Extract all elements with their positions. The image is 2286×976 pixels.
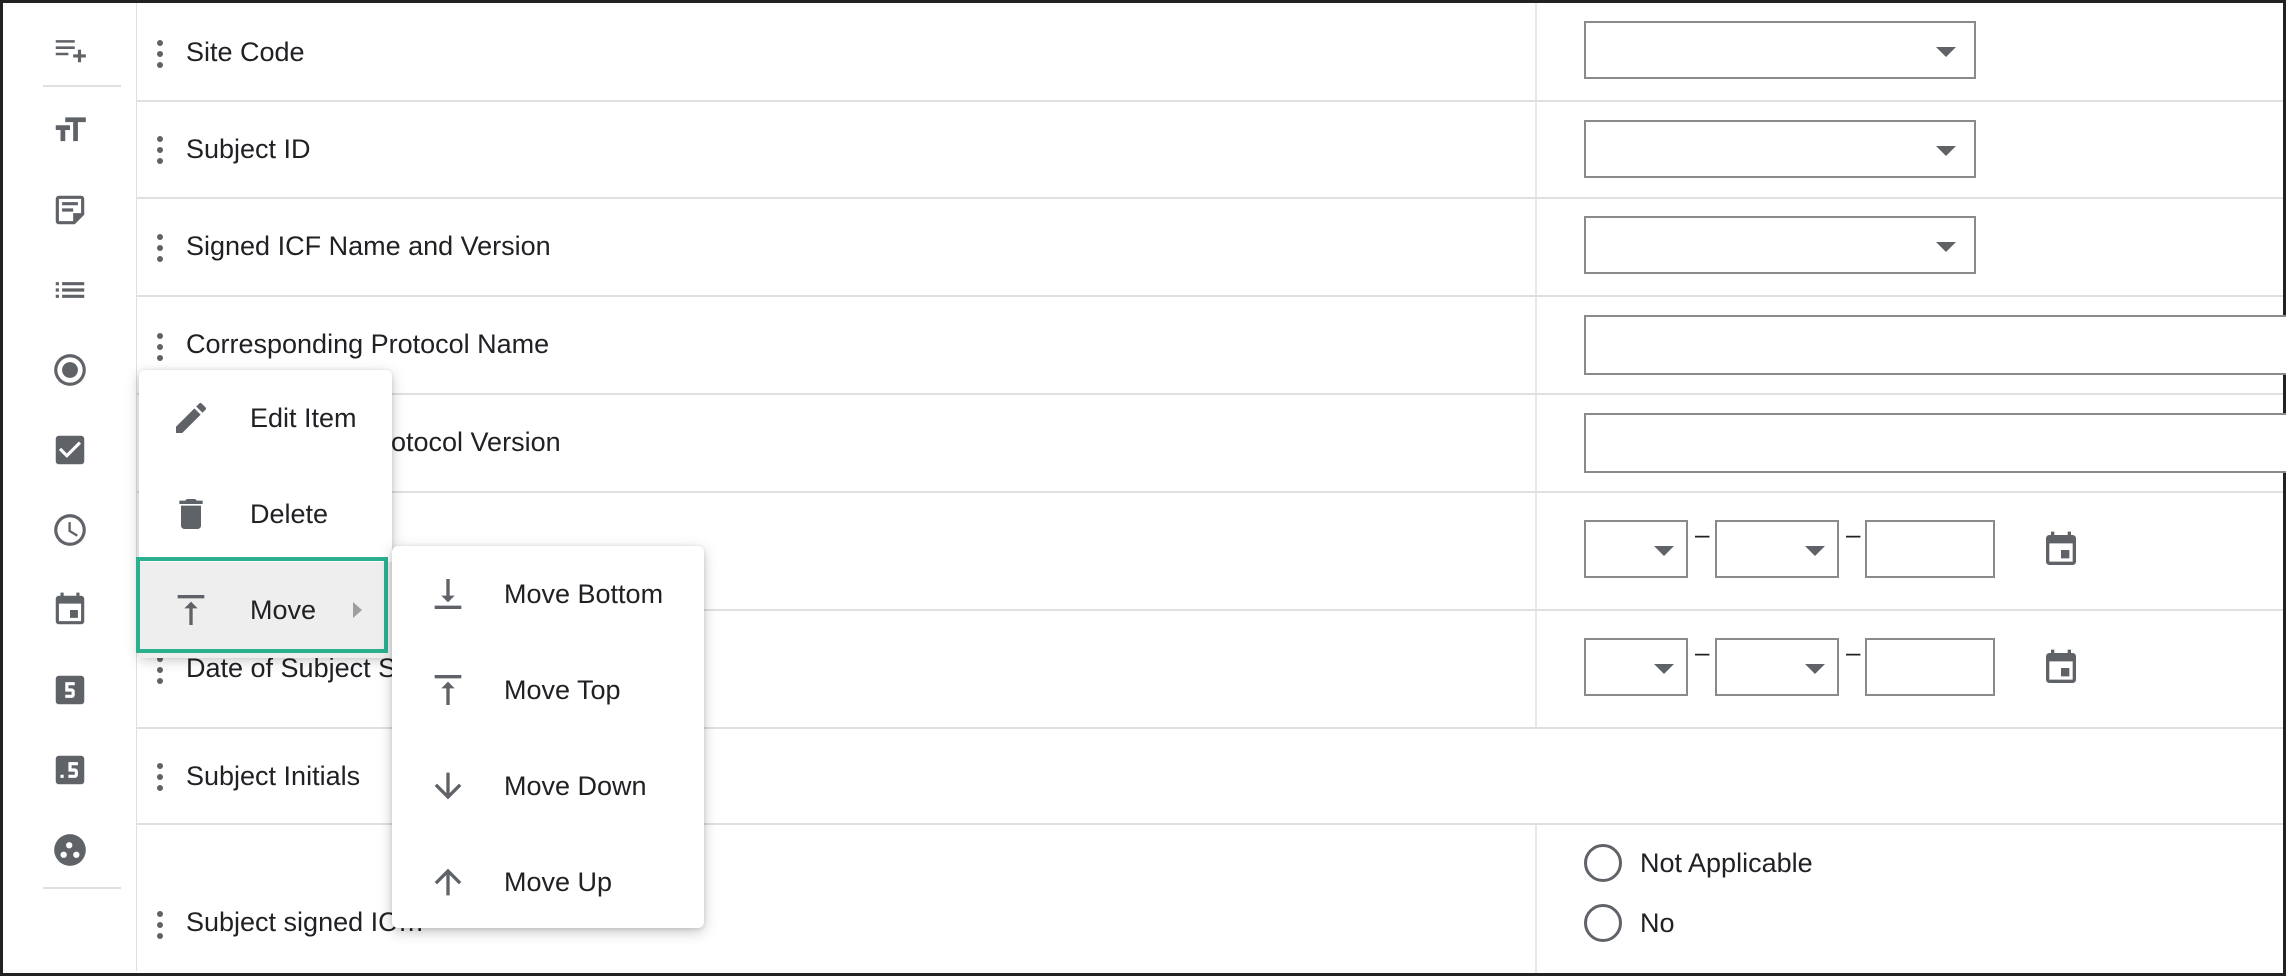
row-label: Subject signed IC… — [186, 907, 425, 937]
calendar-icon[interactable] — [3, 575, 137, 645]
date-day-select[interactable] — [1584, 520, 1688, 578]
date-month-select[interactable] — [1715, 520, 1839, 578]
form-row-signed-icf: Signed ICF Name and Version — [137, 199, 2283, 297]
form-row-site-code: Site Code — [137, 3, 2283, 102]
arrow-up-icon — [428, 862, 468, 902]
pencil-icon — [171, 398, 211, 438]
date-separator: – — [1846, 519, 1861, 549]
site-code-select[interactable] — [1584, 21, 1976, 79]
menu-item-label: Move Bottom — [504, 578, 664, 609]
number-five-icon[interactable] — [3, 655, 137, 725]
drag-handle-icon[interactable] — [155, 333, 165, 363]
move-top-icon — [428, 670, 468, 710]
date-separator: – — [1846, 637, 1861, 667]
protocol-name-input[interactable] — [1584, 315, 2286, 375]
drag-handle-icon[interactable] — [155, 911, 165, 941]
menu-item-move-up[interactable]: Move Up — [392, 834, 704, 930]
calendar-icon[interactable] — [2041, 648, 2081, 688]
drag-handle-icon[interactable] — [155, 763, 165, 793]
radio-label: Not Applicable — [1640, 847, 1813, 878]
arrow-down-icon — [428, 766, 468, 806]
checkbox-icon[interactable] — [3, 415, 137, 485]
move-submenu: Move Bottom Move Top Move Down Move Up — [392, 546, 704, 928]
form-row-protocol-version: rotocol Version — [137, 395, 2286, 493]
menu-item-label: Delete — [250, 498, 329, 529]
group-icon[interactable] — [3, 815, 137, 885]
menu-item-move-top[interactable]: Move Top — [392, 642, 704, 738]
protocol-version-input[interactable] — [1584, 413, 2286, 473]
add-item-icon[interactable] — [3, 13, 137, 83]
list-icon[interactable] — [3, 255, 137, 325]
row-label: Signed ICF Name and Version — [186, 231, 551, 261]
radio-icon[interactable] — [3, 335, 137, 405]
row-label: rotocol Version — [382, 427, 561, 457]
radio-not-applicable[interactable]: Not Applicable — [1584, 844, 1813, 882]
form-row-protocol-name: Corresponding Protocol Name — [137, 297, 2286, 395]
menu-item-label: Move Up — [504, 866, 613, 897]
menu-item-delete[interactable]: Delete — [139, 466, 392, 562]
date-day-select[interactable] — [1584, 638, 1688, 696]
row-label: Corresponding Protocol Name — [186, 329, 550, 359]
trash-icon — [171, 494, 211, 534]
note-icon[interactable] — [3, 175, 137, 245]
radio-no[interactable]: No — [1584, 904, 1675, 942]
calendar-icon[interactable] — [2041, 530, 2081, 570]
menu-item-move-bottom[interactable]: Move Bottom — [392, 546, 704, 642]
date-year-input[interactable] — [1865, 638, 1995, 696]
menu-item-label: Edit Item — [250, 402, 357, 433]
menu-item-label: Move Down — [504, 770, 647, 801]
drag-handle-icon[interactable] — [155, 656, 165, 686]
menu-item-edit-item[interactable]: Edit Item — [139, 370, 392, 466]
clock-icon[interactable] — [3, 495, 137, 565]
drag-handle-icon[interactable] — [155, 136, 165, 166]
row-label: Subject Initials — [186, 761, 361, 791]
menu-item-move-down[interactable]: Move Down — [392, 738, 704, 834]
menu-item-label: Move Top — [504, 674, 621, 705]
subject-id-select[interactable] — [1584, 120, 1976, 178]
radio-circle[interactable] — [1584, 904, 1622, 942]
signed-icf-select[interactable] — [1584, 216, 1976, 274]
date-separator: – — [1695, 637, 1710, 667]
move-bottom-icon — [428, 574, 468, 614]
date-month-select[interactable] — [1715, 638, 1839, 696]
row-label: Site Code — [186, 37, 305, 67]
text-size-icon[interactable] — [3, 95, 137, 165]
form-row-subject-id: Subject ID — [137, 102, 2283, 199]
date-separator: – — [1695, 519, 1710, 549]
decimal-five-icon[interactable] — [3, 735, 137, 805]
drag-handle-icon[interactable] — [155, 40, 165, 70]
row-label: Subject ID — [186, 134, 311, 164]
move-highlight-box — [136, 557, 388, 653]
date-year-input[interactable] — [1865, 520, 1995, 578]
item-toolbar — [3, 3, 137, 971]
radio-label: No — [1640, 907, 1675, 938]
radio-circle[interactable] — [1584, 844, 1622, 882]
drag-handle-icon[interactable] — [155, 234, 165, 264]
